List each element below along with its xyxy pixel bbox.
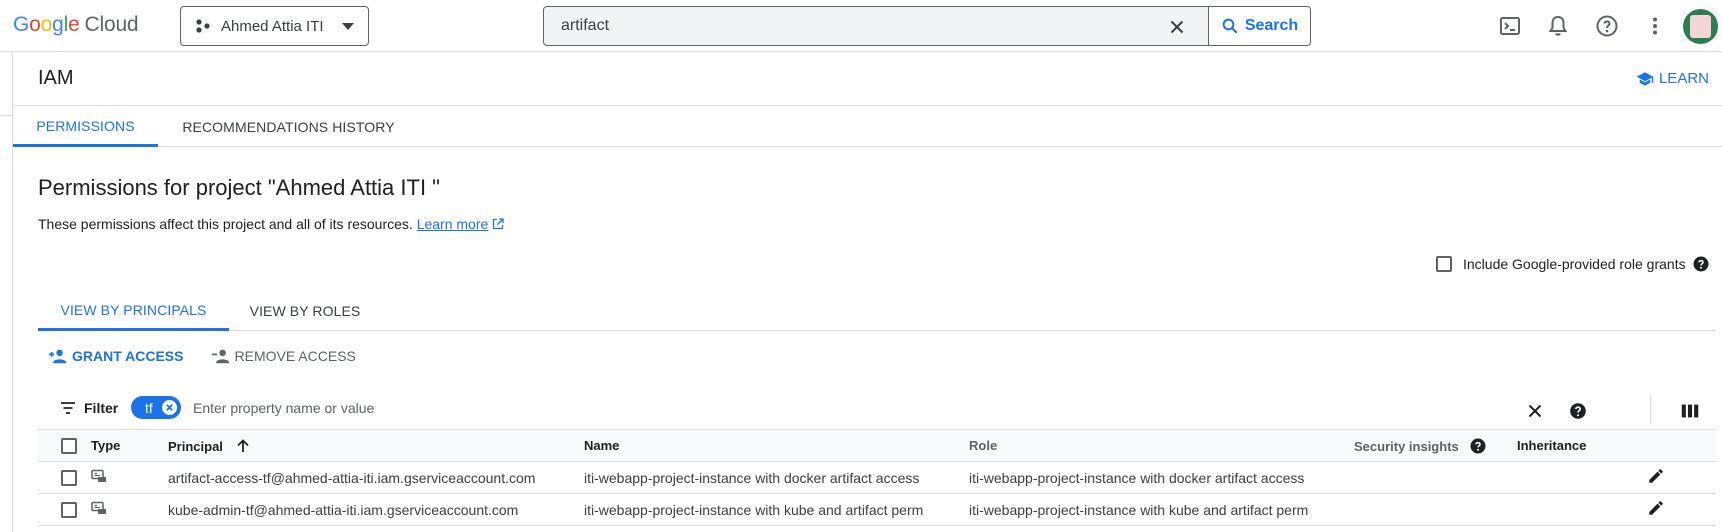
tab-view-by-principals-label: VIEW BY PRINCIPALS [60, 301, 207, 318]
chevron-down-icon [342, 23, 354, 30]
filter-list-icon [61, 402, 75, 414]
clear-filter-icon[interactable] [1524, 400, 1546, 422]
remove-chip-icon[interactable] [162, 400, 177, 415]
role-cell: iti-webapp-project-instance with kube an… [969, 493, 1354, 526]
help-filled-icon[interactable] [1470, 438, 1486, 454]
search-button-label: Search [1244, 17, 1299, 34]
service-account-icon [91, 469, 106, 482]
help-filled-icon[interactable] [1567, 400, 1589, 422]
google-cloud-logo[interactable]: Google Cloud [13, 13, 139, 37]
search-box: Search [543, 6, 1311, 46]
column-header-name[interactable]: Name [584, 429, 969, 462]
tab-view-by-roles[interactable]: VIEW BY ROLES [245, 291, 365, 331]
row-checkbox[interactable] [61, 501, 77, 518]
filter-label: Filter [84, 400, 119, 416]
grant-access-label: GRANT ACCESS [72, 348, 184, 364]
divider [1650, 396, 1651, 424]
principal-cell: artifact-access-tf@ahmed-attia-iti.iam.g… [168, 461, 584, 494]
tab-recommendations-history[interactable]: RECOMMENDATIONS HISTORY [181, 107, 396, 147]
table-header-row: Type Principal Name Role Security insigh… [38, 429, 1716, 462]
main-tabs: PERMISSIONS RECOMMENDATIONS HISTORY [13, 107, 1722, 147]
filter-chip[interactable]: tf [131, 396, 181, 419]
column-header-type[interactable]: Type [91, 429, 168, 462]
column-header-role[interactable]: Role [969, 429, 1354, 462]
view-tabs: VIEW BY PRINCIPALS VIEW BY ROLES [38, 291, 1716, 331]
tab-permissions-label: PERMISSIONS [36, 117, 135, 134]
tab-view-by-principals[interactable]: VIEW BY PRINCIPALS [38, 291, 229, 331]
security-insights-cell [1354, 493, 1517, 526]
column-header-principal[interactable]: Principal [168, 429, 584, 462]
cloud-shell-icon[interactable] [1498, 14, 1522, 38]
column-header-actions [1647, 429, 1716, 462]
open-in-new-icon [493, 218, 504, 230]
filter-button[interactable]: Filter [60, 400, 118, 416]
principal-cell: kube-admin-tf@ahmed-attia-iti.iam.gservi… [168, 493, 584, 526]
tab-permissions[interactable]: PERMISSIONS [13, 107, 158, 147]
page-title: IAM [38, 67, 74, 89]
description-text: These permissions affect this project an… [38, 216, 413, 232]
security-insights-cell [1354, 461, 1517, 494]
arrow-up-sort-icon [236, 438, 249, 452]
help-filled-icon[interactable] [1693, 256, 1709, 272]
page-header: IAM LEARN [14, 53, 1722, 106]
person-remove-icon [211, 349, 229, 364]
remove-access-button[interactable]: REMOVE ACCESS [211, 348, 356, 364]
tab-recommendations-history-label: RECOMMENDATIONS HISTORY [182, 119, 395, 135]
edit-pencil-icon[interactable] [1647, 467, 1665, 485]
role-cell: iti-webapp-project-instance with docker … [969, 461, 1354, 494]
remove-access-label: REMOVE ACCESS [234, 348, 356, 364]
include-google-grants: Include Google-provided role grants [1436, 256, 1709, 272]
school-icon [1636, 71, 1654, 86]
help-icon[interactable] [1595, 14, 1619, 38]
filter-bar: Filter tf [38, 391, 1716, 431]
avatar[interactable] [1683, 9, 1718, 44]
include-google-grants-checkbox[interactable] [1436, 256, 1452, 272]
clear-search-icon[interactable] [1166, 16, 1188, 38]
filter-input[interactable] [193, 400, 693, 416]
name-cell: iti-webapp-project-instance with docker … [584, 461, 969, 494]
learn-label: LEARN [1658, 70, 1709, 87]
more-vert-icon[interactable] [1643, 14, 1667, 38]
learn-more-link[interactable]: Learn more [417, 216, 489, 232]
table-row: kube-admin-tf@ahmed-attia-iti.iam.gservi… [38, 493, 1716, 526]
filter-chip-text: tf [145, 399, 153, 416]
column-header-security-insights[interactable]: Security insights [1354, 429, 1517, 462]
column-header-principal-label: Principal [168, 438, 223, 454]
access-actions: GRANT ACCESS REMOVE ACCESS [48, 348, 356, 364]
inheritance-cell [1517, 461, 1647, 494]
top-bar: GoogleCloud Ahmed Attia ITI Search [0, 0, 1722, 52]
search-button[interactable]: Search [1208, 7, 1310, 45]
principals-table: Type Principal Name Role Security insigh… [38, 429, 1716, 526]
column-header-security-insights-label: Security insights [1354, 438, 1459, 454]
notifications-bell-icon[interactable] [1546, 14, 1570, 38]
project-name: Ahmed Attia ITI [221, 17, 324, 35]
name-cell: iti-webapp-project-instance with kube an… [584, 493, 969, 526]
project-picker[interactable]: Ahmed Attia ITI [180, 6, 369, 46]
project-icon [196, 19, 210, 33]
left-nav-rail [0, 53, 13, 532]
search-icon [1222, 18, 1238, 34]
column-header-inheritance[interactable]: Inheritance [1517, 429, 1647, 462]
table-row: artifact-access-tf@ahmed-attia-iti.iam.g… [38, 461, 1716, 494]
service-account-icon [91, 501, 106, 514]
select-all-checkbox[interactable] [61, 437, 77, 454]
column-display-icon[interactable] [1679, 400, 1701, 422]
permissions-description: These permissions affect this project an… [38, 216, 504, 232]
grant-access-button[interactable]: GRANT ACCESS [48, 348, 184, 364]
row-checkbox[interactable] [61, 469, 77, 486]
include-google-grants-label: Include Google-provided role grants [1463, 256, 1686, 272]
permissions-heading: Permissions for project "Ahmed Attia ITI… [38, 175, 440, 200]
learn-more-label: Learn more [416, 216, 489, 232]
learn-button[interactable]: LEARN [1636, 70, 1709, 87]
edit-pencil-icon[interactable] [1647, 499, 1665, 517]
search-input[interactable] [561, 15, 1141, 37]
tab-view-by-roles-label: VIEW BY ROLES [249, 303, 361, 319]
inheritance-cell [1517, 493, 1647, 526]
person-add-icon [49, 349, 66, 364]
